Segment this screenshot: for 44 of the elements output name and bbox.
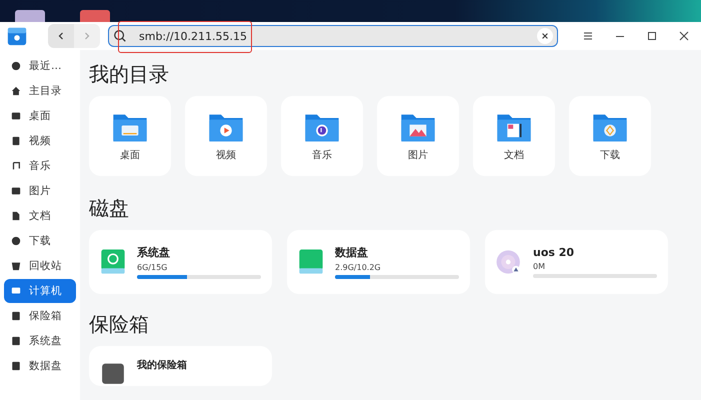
sidebar-item[interactable]: 视频 [4,129,76,153]
section-title: 保险箱 [89,311,150,338]
sidebar-item[interactable]: 最近… [4,54,76,78]
menu-icon [582,30,594,42]
sidebar-item[interactable]: 主目录 [4,79,76,103]
home-icon [11,86,21,96]
address-input[interactable]: smb://10.211.55.15 [127,28,537,44]
section-title: 磁盘 [89,195,130,222]
folder-card[interactable]: 文档 [473,96,555,176]
folder-card[interactable]: 图片 [377,96,459,176]
folder-card[interactable]: 视频 [185,96,267,176]
close-icon [541,32,549,40]
folder-card[interactable]: 音乐 [281,96,363,176]
chevron-right-icon [82,31,92,41]
sidebar-item[interactable]: 计算机 [4,279,76,303]
sidebar-item[interactable]: 音乐 [4,154,76,178]
desktop-app-icon[interactable] [80,10,110,22]
sidebar-item[interactable]: 回收站 [4,254,76,278]
sidebar-item[interactable]: 系统盘 [4,329,76,353]
section-title: 我的目录 [89,61,170,88]
vault-card[interactable]: 我的保险箱 [89,346,272,386]
disk-card[interactable]: uos 20 0M [485,230,668,294]
back-button[interactable] [48,24,74,48]
search-icon [113,29,127,43]
document-icon [11,211,21,221]
chevron-left-icon [56,31,66,41]
folder-card[interactable]: 桌面 [89,96,171,176]
desktop-app-icon[interactable] [15,10,45,22]
sidebar-item[interactable]: 文档 [4,204,76,228]
trash-icon [11,261,21,271]
disk-card[interactable]: 数据盘 2.9G/10.2G [287,230,470,294]
sidebar-item[interactable]: 图片 [4,179,76,203]
sidebar-item[interactable]: 保险箱 [4,304,76,328]
folder-card[interactable]: 下载 [569,96,651,176]
file-manager-logo-icon [6,25,28,47]
maximize-icon [646,30,658,42]
close-icon [678,30,690,42]
address-bar[interactable]: smb://10.211.55.15 [108,25,558,47]
sidebar-item[interactable]: 下载 [4,229,76,253]
clear-button[interactable] [537,28,553,44]
forward-button[interactable] [74,24,100,48]
sidebar-item[interactable]: 数据盘 [4,354,76,378]
sidebar-item[interactable]: 桌面 [4,104,76,128]
disk-card[interactable]: 系统盘 6G/15G [89,230,272,294]
